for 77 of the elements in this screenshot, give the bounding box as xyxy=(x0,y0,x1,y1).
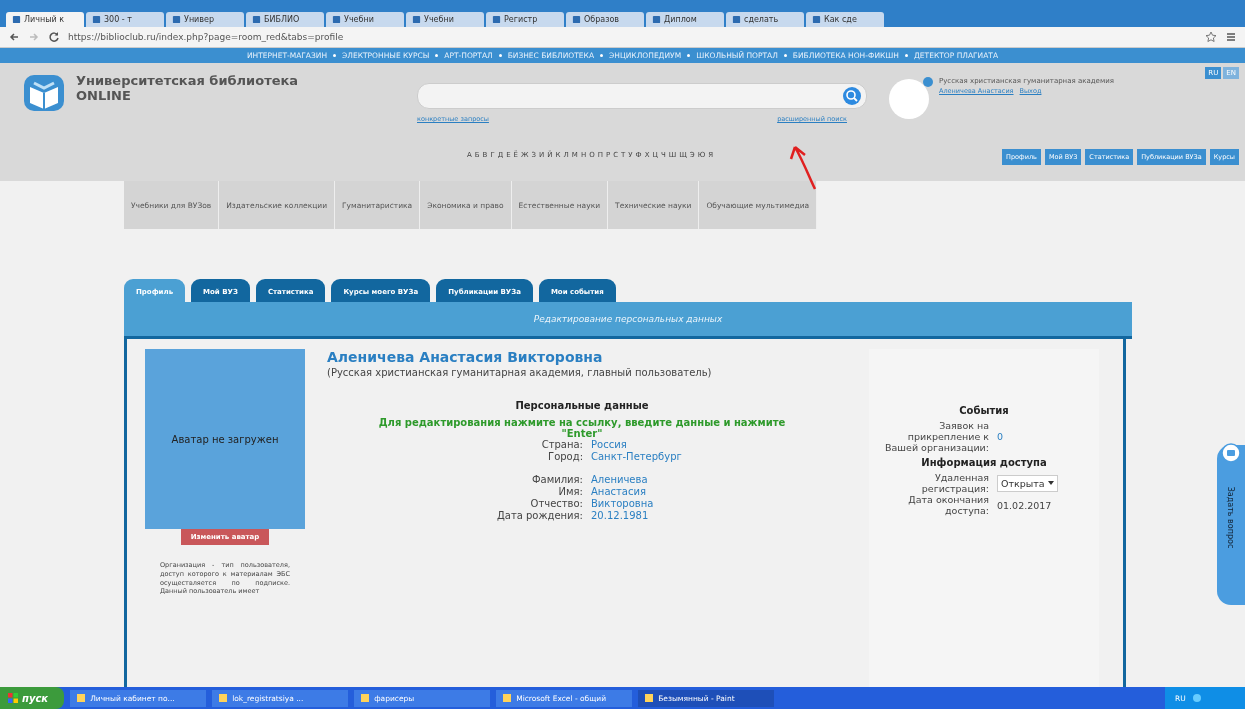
info-label: Удаленная регистрация: xyxy=(920,472,989,494)
star-icon[interactable] xyxy=(1205,31,1217,43)
search-icon[interactable] xyxy=(842,86,862,106)
access-select[interactable]: Открыта xyxy=(997,474,1058,492)
browser-tab[interactable]: Образов xyxy=(566,12,644,27)
page-icon xyxy=(812,15,821,24)
field-value-link[interactable]: Анастасия xyxy=(591,486,771,497)
logo-title: Университетская библиотека xyxy=(76,73,299,88)
page-icon xyxy=(172,15,181,24)
section-title: Редактирование персональных данных xyxy=(533,314,723,324)
reload-icon[interactable] xyxy=(48,31,60,43)
windows-logo-icon xyxy=(8,693,18,703)
search-field[interactable] xyxy=(417,83,867,109)
field-label: Имя: xyxy=(557,486,583,497)
logo-subtitle: ONLINE xyxy=(76,88,132,103)
personal-data-title: Персональные данные xyxy=(515,400,649,411)
window-icon xyxy=(502,693,513,703)
info-label: Заявок на прикрепление к Вашей организации: xyxy=(884,420,989,453)
window-icon xyxy=(76,693,87,703)
ask-question-tab[interactable]: Задать вопрос xyxy=(1217,445,1245,605)
info-label: Дата окончания доступа: xyxy=(907,494,989,516)
field-label: Фамилия: xyxy=(530,474,583,485)
page-icon xyxy=(492,15,501,24)
page-icon xyxy=(572,15,581,24)
start-button[interactable]: пуск xyxy=(0,687,65,709)
info-value: 01.02.2017 xyxy=(997,499,1052,511)
separator-dot xyxy=(783,54,787,57)
menu-icon[interactable] xyxy=(1225,31,1237,43)
separator-dot xyxy=(498,54,502,57)
back-icon[interactable] xyxy=(8,31,20,43)
separator-dot xyxy=(600,54,604,57)
separator-dot xyxy=(905,54,908,57)
book-logo-icon xyxy=(22,73,66,113)
browser-tab[interactable]: Как сде xyxy=(806,12,884,27)
user-name: Аленичева Анастасия Викторовна xyxy=(327,349,604,365)
browser-tab[interactable]: БИБЛИО xyxy=(246,12,324,27)
browser-tab[interactable]: Диплом xyxy=(646,12,724,27)
access-title: Информация доступа xyxy=(921,457,1047,468)
browser-tab[interactable]: Универ xyxy=(166,12,244,27)
edit-hint: Для редактирования нажмите на ссылку, введите данные и нажмите "Enter" xyxy=(377,417,787,439)
field-value-link[interactable]: Санкт-Петербург xyxy=(591,451,771,462)
field-label: Страна: xyxy=(540,439,583,450)
network-icon[interactable] xyxy=(1191,693,1202,703)
separator-dot xyxy=(435,54,439,57)
user-affiliation: (Русская христианская гуманитарная академия, главный пользователь) xyxy=(327,367,713,378)
page-icon xyxy=(412,15,421,24)
browser-tab[interactable]: сделать xyxy=(726,12,804,27)
mail-icon xyxy=(1221,443,1241,463)
field-value-link[interactable]: Аленичева xyxy=(591,474,771,485)
page-icon xyxy=(12,15,21,24)
field-label: Отчество: xyxy=(529,498,583,509)
browser-tab[interactable]: Учебни xyxy=(406,12,484,27)
field-label: Город: xyxy=(547,451,583,462)
notification-badge-icon xyxy=(923,77,933,87)
field-value-link[interactable]: 20.12.1981 xyxy=(591,510,771,521)
page-icon xyxy=(652,15,661,24)
field-label: Дата рождения: xyxy=(495,510,583,521)
page-icon xyxy=(92,15,101,24)
field-value-link[interactable]: Россия xyxy=(591,439,771,450)
caret-icon xyxy=(1047,480,1054,486)
separator-dot xyxy=(687,54,691,57)
browser-tab[interactable]: Учебни xyxy=(326,12,404,27)
page-icon xyxy=(732,15,741,24)
browser-tab[interactable]: Личный к xyxy=(6,12,84,27)
address-field[interactable]: https://biblioclub.ru/index.php?page=room_red&tabs=profile xyxy=(68,32,1197,42)
avatar-caption: Аватар не загружен xyxy=(171,433,279,445)
separator-dot xyxy=(333,54,337,57)
window-icon xyxy=(218,693,229,703)
page-icon xyxy=(252,15,261,24)
browser-tab[interactable]: Регистр xyxy=(486,12,564,27)
window-icon xyxy=(360,693,371,703)
events-title: События xyxy=(959,405,1009,416)
page-icon xyxy=(332,15,341,24)
field-value-link[interactable]: Викторовна xyxy=(591,498,771,509)
window-icon xyxy=(644,693,655,703)
browser-tab[interactable]: 300 - т xyxy=(86,12,164,27)
info-value: 0 xyxy=(997,431,1004,442)
